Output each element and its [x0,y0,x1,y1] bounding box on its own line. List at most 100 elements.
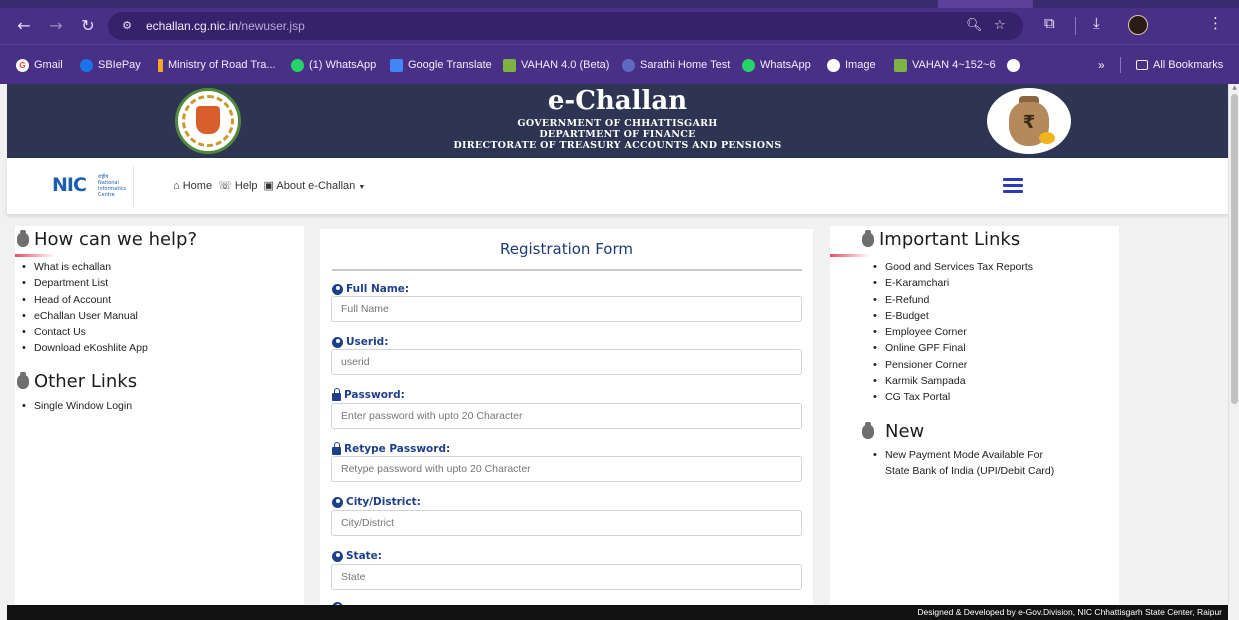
link-employee-corner[interactable]: Employee Corner [873,324,1033,340]
url-text[interactable]: echallan.cg.nic.in/newuser.jsp [146,18,305,34]
new-item-line-2: State Bank of India (UPI/Debit Card) [885,465,1055,478]
userid-label-text: Userid: [346,336,389,348]
accent-underline [830,254,870,257]
new-title-text: New [885,421,925,442]
link-single-window-login[interactable]: Single Window Login [22,398,132,414]
omnibox[interactable]: ⚙ echallan.cg.nic.in/newuser.jsp 🔍︎ ☆ [108,12,1023,40]
help-link-download-ekoshlite[interactable]: Download eKoshlite App [22,340,148,356]
state-label: State: [332,549,382,563]
bookmark-google-translate[interactable]: Google Translate [390,57,492,73]
lock-icon [332,387,341,401]
bookmark-whatsapp-2[interactable]: WhatsApp [742,57,811,73]
bookmark-vahan-2[interactable]: VAHAN 4~152~6 [894,57,996,73]
help-section-title: How can we help? [17,229,197,251]
footer-credit: Designed & Developed by e-Gov.Division, … [917,607,1222,617]
help-links-list: What is echallan Department List Head of… [22,259,148,357]
star-icon[interactable]: ☆ [994,18,1006,34]
profile-avatar[interactable] [1128,15,1148,35]
nic-logo[interactable]: NIC राष्ट्रीय National Informatics Centr… [52,173,126,199]
nav-home-link[interactable]: ⌂ Home [173,179,212,195]
moneybag-icon [17,372,29,389]
new-item-payment-mode[interactable]: New Payment Mode Available For State Bank… [873,447,1054,480]
state-input[interactable] [331,564,802,590]
city-district-input[interactable] [331,510,802,536]
gmail-icon: G [16,58,29,72]
link-e-budget[interactable]: E-Budget [873,308,1033,324]
password-input[interactable] [331,403,802,429]
site-settings-icon[interactable]: ⚙ [118,18,136,34]
sbiepay-icon [80,58,93,72]
user-circle-icon [332,283,343,295]
tab-strip [0,0,1239,8]
bookmark-globe[interactable] [1007,57,1025,73]
bookmark-gmail[interactable]: G Gmail [16,57,63,73]
id-card-icon: ▣ [263,180,274,192]
help-link-what-is-echallan[interactable]: What is echallan [22,259,148,275]
full-name-label: Full Name: [332,282,409,296]
left-sidebar: How can we help? What is echallan Depart… [15,226,304,605]
help-link-department-list[interactable]: Department List [22,275,148,291]
url-host: echallan.cg.nic.in [146,19,239,33]
all-bookmarks-button[interactable]: All Bookmarks [1136,57,1223,73]
nav-help-link[interactable]: ☏ Help [218,179,257,195]
hamburger-menu-icon[interactable] [1003,178,1023,194]
bookmark-label: VAHAN 4~152~6 [912,59,996,71]
link-e-karamchari[interactable]: E-Karamchari [873,275,1033,291]
sarathi-icon [622,58,635,72]
scrollbar-thumb[interactable] [1231,94,1238,404]
important-links-title-text: Important Links [879,229,1021,250]
link-online-gpf-final[interactable]: Online GPF Final [873,340,1033,356]
bookmark-label: (1) WhatsApp [309,59,377,71]
whatsapp-icon [742,58,755,72]
bookmark-label: SBIePay [98,59,141,71]
moneybag-logo: ₹ [987,88,1071,154]
form-divider [332,269,802,271]
address-bar: ← → ↻ ⚙ echallan.cg.nic.in/newuser.jsp 🔍… [0,8,1239,44]
link-cg-tax-portal[interactable]: CG Tax Portal [873,389,1033,405]
form-title: Registration Form [499,240,633,258]
userid-input[interactable] [331,349,802,375]
forward-icon[interactable]: → [46,16,66,36]
active-tab[interactable] [938,0,1033,8]
back-icon[interactable]: ← [14,16,34,36]
moneybag-icon [862,422,874,439]
bookmark-image[interactable]: Image [827,57,876,73]
moneybag-icon [862,230,874,247]
nic-logo-text: NIC [52,174,87,196]
bookmark-sarathi[interactable]: Sarathi Home Test [622,57,730,73]
link-e-refund[interactable]: E-Refund [873,292,1033,308]
menu-kebab-icon[interactable]: ⋮ [1208,14,1223,32]
zoom-icon[interactable]: 🔍︎ [966,18,983,34]
bookmark-whatsapp-1[interactable]: (1) WhatsApp [291,57,376,73]
help-link-contact-us[interactable]: Contact Us [22,324,148,340]
state-label-text: State: [346,550,383,562]
bookmarks-overflow-button[interactable]: » [1098,57,1105,73]
nav-about-dropdown[interactable]: ▣ About e-Challan ▼ [264,179,366,195]
help-link-user-manual[interactable]: eChallan User Manual [22,308,148,324]
bookmark-sbiepay[interactable]: SBIePay [80,57,141,73]
bookmark-label: WhatsApp [760,59,811,71]
password-label-text: Password: [344,389,405,401]
retype-password-input[interactable] [331,456,802,482]
caret-down-icon: ▼ [358,184,366,191]
bookmark-morth[interactable]: Ministry of Road Tra... [158,57,276,73]
download-icon[interactable]: ⤓ [1093,14,1100,32]
full-name-input[interactable] [331,296,802,322]
link-pensioner-corner[interactable]: Pensioner Corner [873,357,1033,373]
link-karmik-sampada[interactable]: Karmik Sampada [873,373,1033,389]
page-scrollbar[interactable]: ▲ [1228,84,1239,605]
link-gst-reports[interactable]: Good and Services Tax Reports [873,259,1033,275]
important-links-list: Good and Services Tax Reports E-Karamcha… [873,259,1033,406]
bookmark-label: Ministry of Road Tra... [168,59,276,71]
new-item-line-1: New Payment Mode Available For [885,449,1043,461]
help-link-head-of-account[interactable]: Head of Account [22,292,148,308]
password-label: Password: [332,387,405,402]
bookmark-label: Google Translate [408,59,492,71]
extensions-icon[interactable]: ⧉ [1044,14,1055,32]
bookmark-vahan-beta[interactable]: VAHAN 4.0 (Beta) [503,57,609,73]
important-links-title: Important Links [862,229,1020,251]
help-icon: ☏ [218,180,232,192]
reload-icon[interactable]: ↻ [78,16,98,36]
other-links-list: Single Window Login [22,398,132,414]
scroll-up-icon[interactable]: ▲ [1231,84,1238,92]
